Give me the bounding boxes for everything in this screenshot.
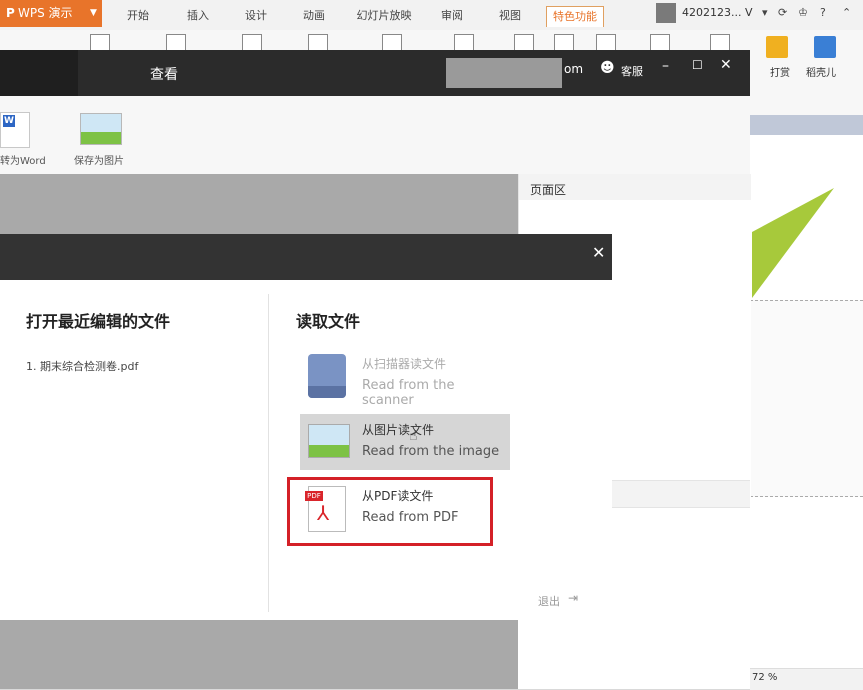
reader-titlebar-left xyxy=(0,50,78,96)
tab-review[interactable]: 审阅 xyxy=(432,6,472,26)
mouse-cursor-icon: ☝ xyxy=(409,428,418,444)
skin-icon[interactable]: ♔ xyxy=(798,6,808,19)
account-suffix: om xyxy=(564,62,584,76)
page-pane-label: 页面区 xyxy=(530,183,567,197)
slide-ruler xyxy=(750,115,863,135)
page-pane-band xyxy=(612,480,750,508)
reward-icon[interactable] xyxy=(766,36,788,58)
collapse-icon[interactable]: ⌃ xyxy=(842,6,851,19)
option-label-en: Read from the image xyxy=(362,444,500,459)
recent-file-item[interactable]: 1. 期末综合检测卷.pdf xyxy=(26,358,138,374)
tab-special-features[interactable]: 特色功能 xyxy=(546,6,604,27)
recent-files-title: 打开最近编辑的文件 xyxy=(26,312,171,331)
close-button[interactable]: ✕ xyxy=(720,57,732,73)
chevron-down-icon: ▼ xyxy=(90,8,97,18)
read-from-image-option[interactable]: 从图片读文件 Read from the image xyxy=(300,414,510,470)
watermark-url: jingyan.baidu.com xyxy=(662,648,773,662)
word-icon[interactable]: W xyxy=(0,112,30,148)
option-label-cn: 从扫描器读文件 xyxy=(362,357,447,371)
option-label-en: Read from the scanner xyxy=(362,378,455,408)
image-icon xyxy=(308,424,350,458)
user-name[interactable]: 4202123... V xyxy=(682,6,753,19)
exit-button[interactable]: 退出 xyxy=(538,593,560,609)
tab-start[interactable]: 开始 xyxy=(118,6,158,26)
tab-insert[interactable]: 插入 xyxy=(178,6,218,26)
dialog-close-icon[interactable]: ✕ xyxy=(592,243,605,262)
redacted-account xyxy=(446,58,562,88)
dropdown-icon[interactable]: ▾ xyxy=(762,6,768,19)
read-from-scanner-option[interactable]: 从扫描器读文件 Read from the scanner xyxy=(300,348,510,408)
dialog-header xyxy=(0,234,612,280)
minimize-button[interactable]: – xyxy=(662,58,669,74)
app-name: WPS 演示 xyxy=(18,6,73,20)
tab-design[interactable]: 设计 xyxy=(236,6,276,26)
save-as-image-button[interactable]: 保存为图片 xyxy=(74,152,124,167)
document-area-bottom xyxy=(0,620,518,689)
docer-icon[interactable] xyxy=(814,36,836,58)
exit-icon[interactable]: ⇥ xyxy=(568,591,578,605)
support-label[interactable]: 客服 xyxy=(621,63,643,79)
convert-to-word-button[interactable]: 转为Word xyxy=(0,152,46,167)
help-icon[interactable]: ? xyxy=(820,6,826,19)
document-area xyxy=(0,174,518,234)
wps-logo-icon: P xyxy=(6,6,15,20)
maximize-button[interactable]: ☐ xyxy=(692,58,703,72)
zoom-level: 72 % xyxy=(752,672,778,683)
docer-button-label[interactable]: 稻壳儿 xyxy=(806,64,836,79)
app-menu-button[interactable]: P WPS 演示 ▼ xyxy=(0,0,102,27)
read-file-title: 读取文件 xyxy=(296,312,361,331)
support-icon[interactable]: ☻ xyxy=(600,60,615,76)
option-label-cn: 从图片读文件 xyxy=(362,423,435,437)
tab-animation[interactable]: 动画 xyxy=(294,6,334,26)
reward-button-label[interactable]: 打赏 xyxy=(770,64,790,79)
sync-icon[interactable]: ⟳ xyxy=(778,6,787,19)
watermark-logo: Bai 经验 xyxy=(666,618,774,648)
tab-view[interactable]: 视图 xyxy=(490,6,530,26)
image-icon[interactable] xyxy=(80,113,122,145)
tab-slideshow[interactable]: 幻灯片放映 xyxy=(350,6,418,26)
slide-placeholder[interactable] xyxy=(750,300,863,497)
avatar[interactable] xyxy=(656,3,676,23)
divider xyxy=(268,294,269,612)
annotation-highlight-box xyxy=(287,477,493,546)
scanner-icon xyxy=(308,354,346,398)
reader-title[interactable]: 查看 xyxy=(150,64,178,84)
